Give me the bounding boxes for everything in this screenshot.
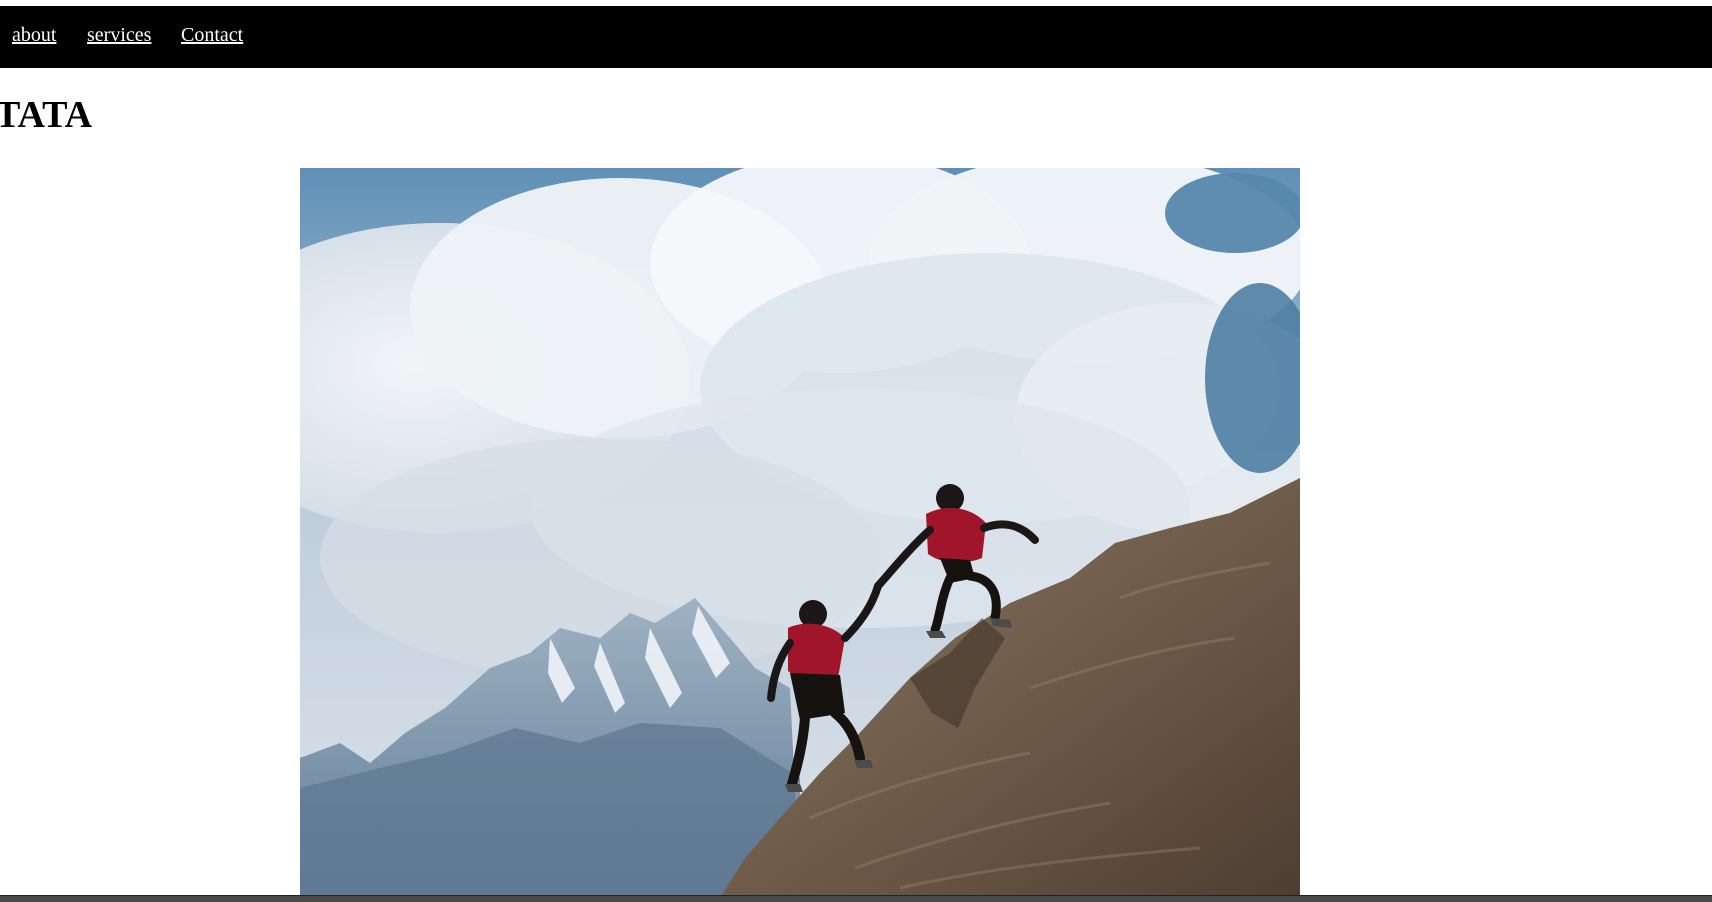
nav-services-link[interactable]: services [87,23,151,47]
hero-image [300,168,1300,898]
nav-contact-link[interactable]: Contact [181,23,243,47]
bottom-window-border [0,895,1712,902]
page: about services Contact TATA [0,0,1712,902]
top-navbar: about services Contact [0,6,1712,68]
climbing-photo-illustration [300,168,1300,898]
page-title: TATA [0,94,93,136]
nav-about-link[interactable]: about [12,23,56,47]
